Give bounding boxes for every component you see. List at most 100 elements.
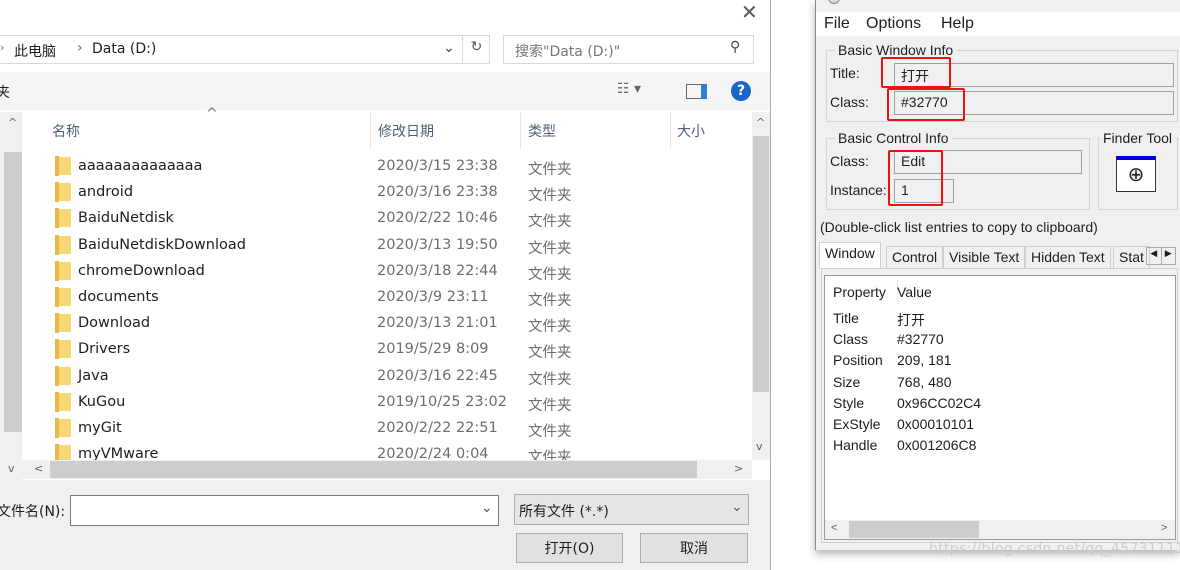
scroll-left-icon[interactable]: < [831, 522, 837, 534]
property-value[interactable]: 209, 181 [897, 352, 952, 368]
folder-icon [55, 234, 71, 255]
file-date: 2020/3/18 22:44 [377, 262, 498, 279]
tab-control[interactable]: Control [886, 246, 944, 268]
scrollbar-thumb[interactable] [849, 521, 979, 538]
tab-scroll-right-icon[interactable]: ▶ [1162, 248, 1176, 264]
cancel-button[interactable]: 取消 [640, 533, 748, 563]
property-name[interactable]: ExStyle [833, 416, 880, 432]
preview-pane-icon[interactable] [686, 84, 707, 99]
properties-list[interactable]: Property Value Title 打开 Class #32770 Positio… [824, 275, 1176, 540]
tab-stat[interactable]: Stat [1113, 246, 1150, 268]
highlight-box [887, 88, 965, 121]
tab-scroll-left-icon[interactable]: ◀ [1147, 248, 1162, 264]
dialog-footer: 文件名(N): ⌄ 所有文件 (*.*) ⌄ 打开(O) 取消 [0, 480, 770, 570]
chevron-down-icon[interactable]: ⌄ [481, 500, 493, 516]
file-row[interactable]: documents 2020/3/9 23:11 文件夹 [50, 285, 750, 311]
scroll-down-icon[interactable]: v [756, 440, 763, 453]
property-value[interactable]: 打开 [897, 310, 925, 330]
tab-hidden-text[interactable]: Hidden Text [1025, 246, 1111, 268]
property-value[interactable]: 0x96CC02C4 [897, 395, 981, 411]
file-name: Download [78, 315, 151, 332]
column-header-date[interactable]: 修改日期 [378, 121, 434, 141]
list-header-property[interactable]: Property [833, 284, 886, 300]
property-name[interactable]: Size [833, 374, 860, 390]
folder-icon [55, 208, 71, 229]
file-open-dialog: ✕ › 此电脑 › Data (D:) ⌄ ↻ 搜索"Data (D:)" ⚲ … [0, 0, 771, 570]
file-row[interactable]: myVMware 2020/2/24 0:04 文件夹 [50, 442, 750, 460]
help-icon[interactable]: ? [731, 81, 751, 101]
folder-icon [55, 365, 71, 386]
scrollbar-thumb[interactable] [50, 461, 697, 478]
vertical-scrollbar[interactable]: ^ v [752, 112, 770, 460]
folder-icon [55, 418, 71, 438]
tab-window[interactable]: Window [819, 242, 881, 269]
file-row[interactable]: Java 2020/3/16 22:45 文件夹 [50, 364, 750, 390]
property-value[interactable]: 0x00010101 [897, 416, 974, 432]
file-row[interactable]: BaiduNetdisk 2020/2/22 10:46 文件夹 [50, 206, 750, 232]
file-row[interactable]: aaaaaaaaaaaaaa 2020/3/15 23:38 文件夹 [50, 154, 750, 180]
scroll-up-icon[interactable]: ^ [756, 116, 765, 129]
column-header-name[interactable]: 名称 [52, 121, 80, 141]
tab-scroll-buttons[interactable]: ◀ ▶ [1146, 247, 1176, 265]
file-row[interactable]: chromeDownload 2020/3/18 22:44 文件夹 [50, 259, 750, 285]
close-icon[interactable]: ✕ [741, 0, 758, 24]
file-row[interactable]: Download 2020/3/13 21:01 文件夹 [50, 311, 750, 337]
property-value[interactable]: #32770 [897, 331, 944, 347]
file-name: BaiduNetdisk [78, 210, 174, 227]
menu-help[interactable]: Help [941, 15, 974, 33]
file-date: 2020/3/13 21:01 [377, 315, 498, 332]
address-bar[interactable]: › 此电脑 › Data (D:) ⌄ ↻ [0, 35, 490, 64]
chevron-down-icon[interactable]: ⌄ [443, 40, 455, 56]
property-name[interactable]: Class [833, 331, 868, 347]
horizontal-scrollbar[interactable]: < > [825, 520, 1175, 539]
property-name[interactable]: Style [833, 395, 864, 411]
finder-crosshair-icon[interactable]: ⊕ [1116, 156, 1156, 192]
scroll-left-icon[interactable]: < [34, 462, 43, 475]
property-name[interactable]: Title [833, 310, 859, 326]
property-value[interactable]: 0x001206C8 [897, 437, 976, 453]
search-input[interactable]: 搜索"Data (D:)" ⚲ [503, 35, 754, 64]
list-header-value[interactable]: Value [897, 284, 932, 300]
file-type: 文件夹 [528, 188, 572, 205]
file-name: myGit [78, 420, 122, 436]
horizontal-scrollbar[interactable]: < > [22, 460, 752, 479]
file-row[interactable]: myGit 2020/2/22 22:51 文件夹 [50, 416, 750, 442]
file-type: 文件夹 [528, 319, 572, 336]
file-row[interactable]: BaiduNetdiskDownload 2020/3/13 19:50 文件夹 [50, 233, 750, 259]
menu-file[interactable]: File [824, 15, 850, 33]
file-type: 文件夹 [528, 214, 572, 231]
new-folder-button[interactable]: 夹 [0, 82, 10, 102]
column-header-type[interactable]: 类型 [528, 121, 556, 141]
file-name: BaiduNetdiskDownload [78, 236, 246, 253]
file-type: 文件夹 [528, 345, 572, 362]
scroll-right-icon[interactable]: > [1161, 522, 1167, 534]
tab-visible-text[interactable]: Visible Text [943, 246, 1026, 268]
file-row[interactable]: Drivers 2019/5/29 8:09 文件夹 [50, 337, 750, 363]
filename-input[interactable]: ⌄ [70, 495, 499, 526]
file-type: 文件夹 [528, 450, 572, 460]
breadcrumb-data-drive[interactable]: Data (D:) [92, 41, 156, 57]
sort-ascending-icon: ^ [206, 106, 218, 122]
file-date: 2020/3/16 22:45 [377, 367, 498, 384]
scroll-up-icon[interactable]: ^ [8, 116, 17, 129]
file-row[interactable]: android 2020/3/16 23:38 文件夹 [50, 180, 750, 206]
breadcrumb-this-pc[interactable]: 此电脑 [14, 41, 56, 61]
file-type-filter[interactable]: 所有文件 (*.*) ⌄ [514, 494, 749, 525]
property-name[interactable]: Handle [833, 437, 877, 453]
scroll-down-icon[interactable]: v [8, 462, 15, 475]
view-options-icon[interactable]: ☷ ▾ [617, 81, 641, 97]
scrollbar-thumb[interactable] [753, 136, 769, 392]
search-icon[interactable]: ⚲ [730, 39, 740, 55]
open-button[interactable]: 打开(O) [516, 533, 623, 563]
chevron-down-icon: ⌄ [731, 499, 743, 515]
chevron-right-icon: › [0, 41, 5, 54]
file-row[interactable]: KuGou 2019/10/25 23:02 文件夹 [50, 390, 750, 416]
scroll-right-icon[interactable]: > [734, 462, 743, 475]
menu-options[interactable]: Options [866, 15, 921, 33]
column-header-size[interactable]: 大小 [677, 121, 705, 141]
file-type: 文件夹 [528, 424, 572, 440]
property-name[interactable]: Position [833, 352, 883, 368]
file-date: 2019/5/29 8:09 [377, 341, 489, 358]
refresh-icon[interactable]: ↻ [462, 35, 490, 64]
property-value[interactable]: 768, 480 [897, 374, 952, 390]
